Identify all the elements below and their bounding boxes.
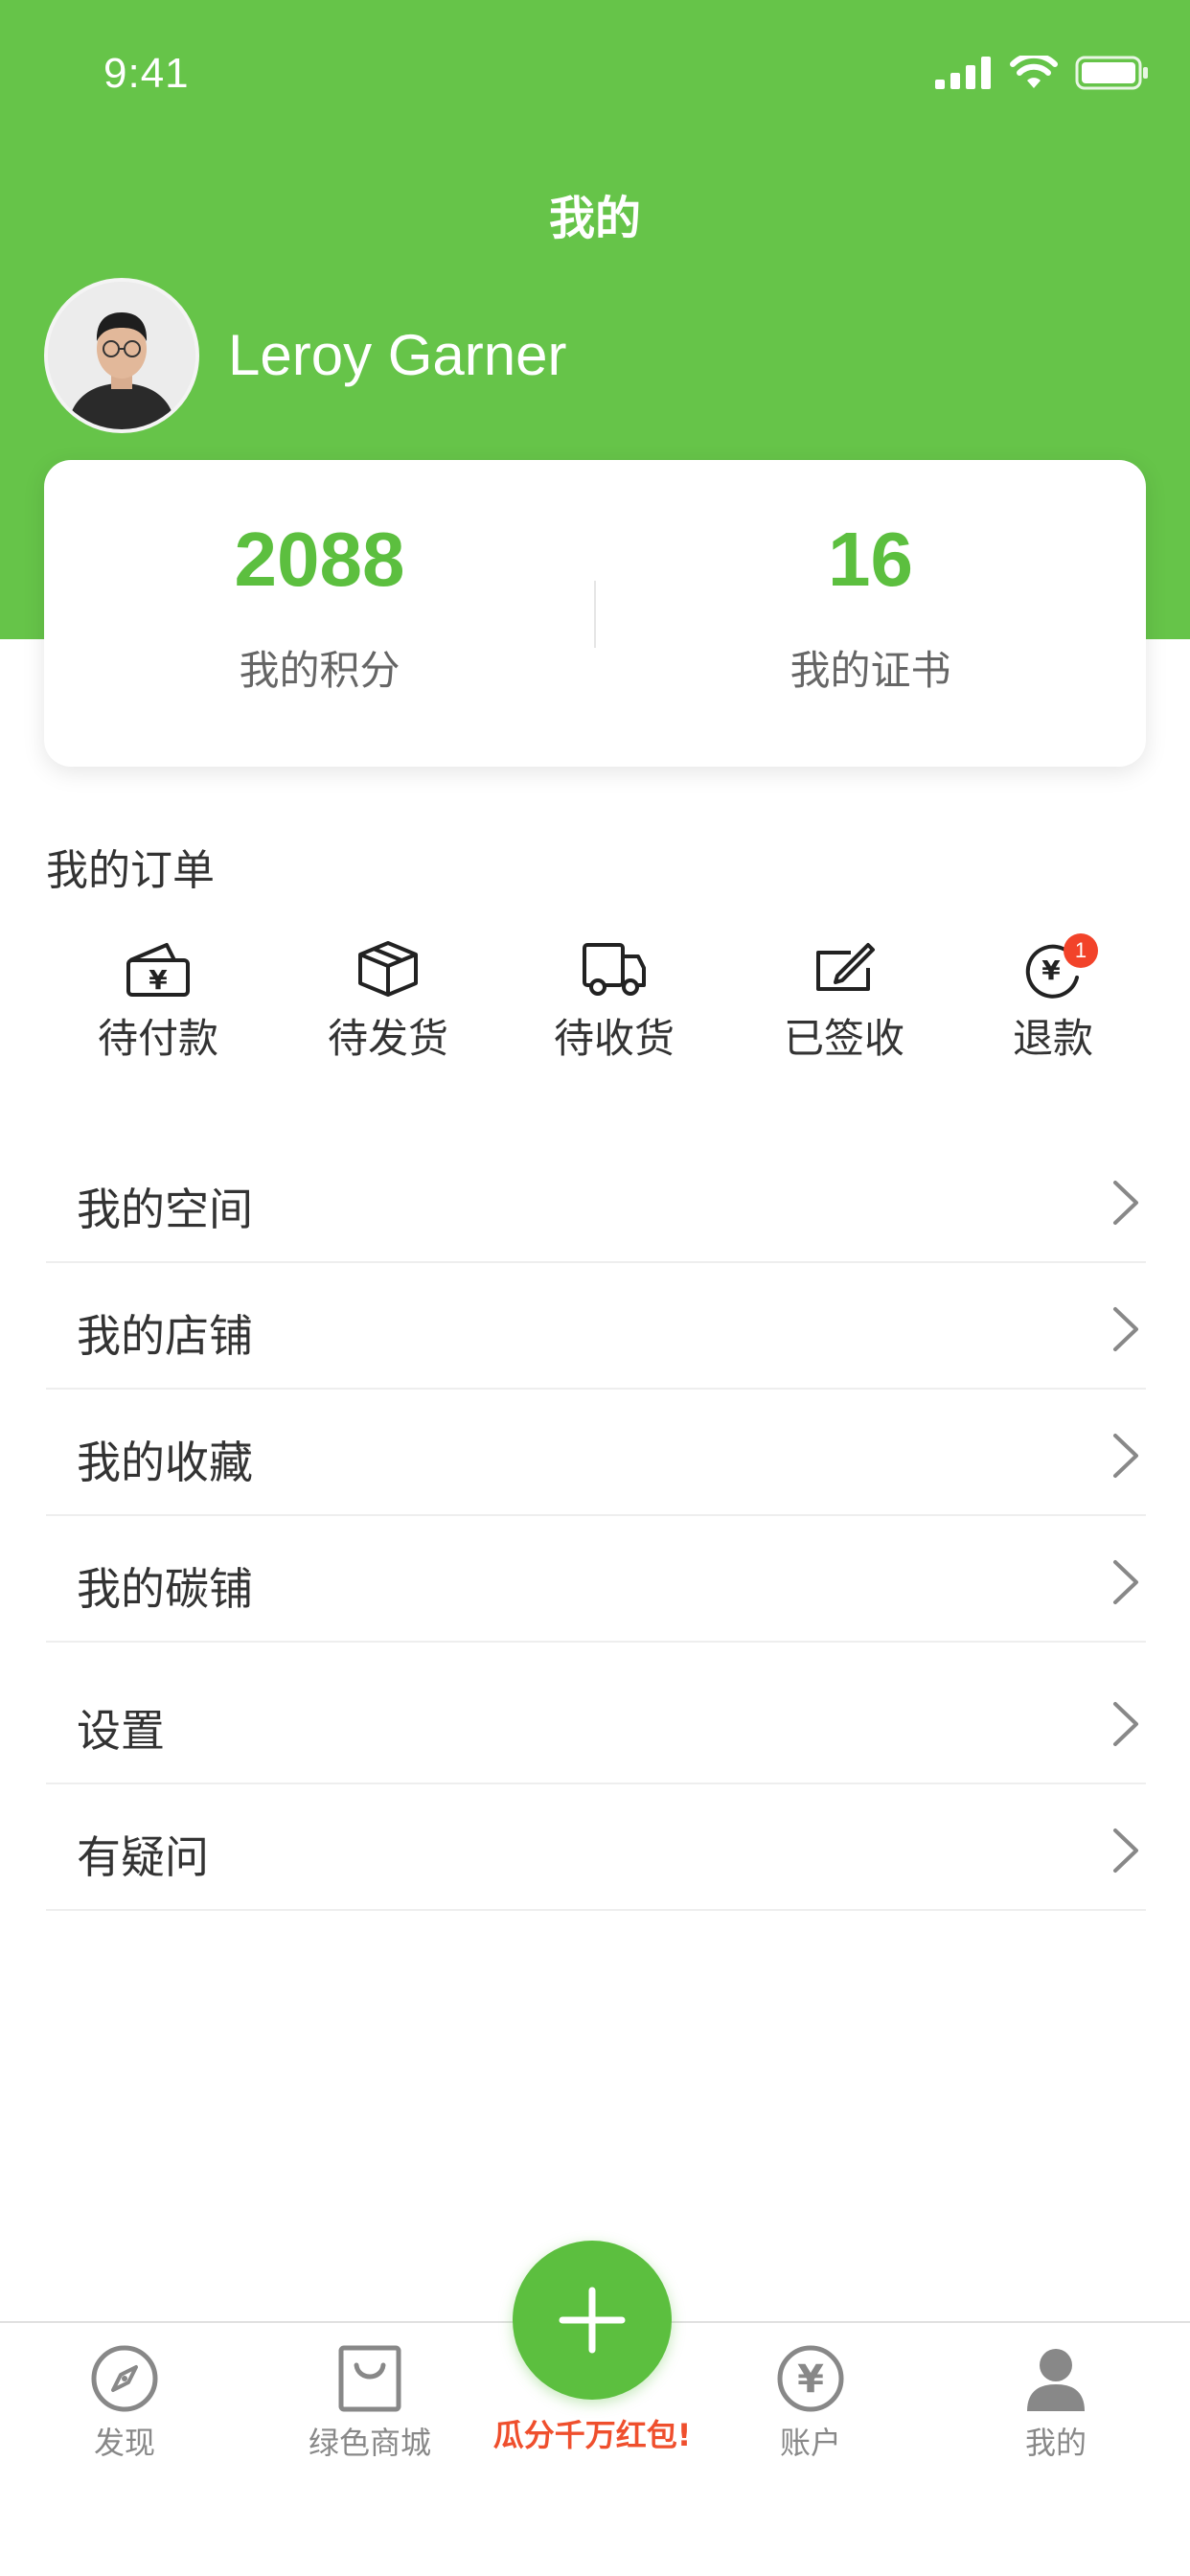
menu-item-settings[interactable]: 设置 — [46, 1658, 1146, 1784]
truck-icon — [583, 943, 646, 996]
order-label: 已签收 — [783, 1015, 904, 1062]
menu-item-label: 我的碳铺 — [77, 1563, 253, 1615]
wallet-yuan-icon: ¥ — [126, 943, 190, 997]
menu-item-label: 我的收藏 — [77, 1437, 253, 1488]
order-pending-receipt[interactable]: 待收货 — [523, 939, 705, 1073]
menu-item-my-space[interactable]: 我的空间 — [46, 1137, 1146, 1263]
menu-item-my-favorites[interactable]: 我的收藏 — [46, 1390, 1146, 1516]
tab-label: 发现 — [93, 2425, 155, 2461]
tab-discover[interactable]: 发现 — [10, 2344, 240, 2463]
user-name: Leroy Garner — [228, 323, 567, 387]
chevron-right-icon — [1113, 1828, 1138, 1873]
svg-text:¥: ¥ — [1041, 954, 1061, 986]
status-time: 9:41 — [103, 50, 190, 97]
chevron-right-icon — [1113, 1434, 1138, 1478]
signed-icon — [816, 943, 875, 991]
chevron-right-icon — [1113, 1307, 1138, 1351]
add-button[interactable] — [513, 2241, 672, 2400]
points-label: 我的积分 — [239, 647, 400, 694]
menu-item-my-shop[interactable]: 我的店铺 — [46, 1263, 1146, 1390]
avatar-portrait-icon — [48, 282, 195, 429]
wifi-icon — [1010, 56, 1058, 88]
cellular-signal-icon — [935, 57, 991, 89]
person-icon — [1027, 2349, 1085, 2411]
page-title: 我的 — [548, 192, 641, 245]
order-label: 待付款 — [97, 1015, 218, 1062]
certificates-stat[interactable]: 16 我的证书 — [595, 460, 1146, 767]
menu-item-label: 我的店铺 — [77, 1310, 253, 1362]
orders-section-title: 我的订单 — [46, 846, 215, 895]
menu-item-my-carbon-shop[interactable]: 我的碳铺 — [46, 1516, 1146, 1643]
certificates-label: 我的证书 — [790, 647, 951, 694]
avatar[interactable] — [44, 278, 199, 433]
order-refund[interactable]: ¥ 1 退款 — [962, 933, 1144, 1073]
chevron-right-icon — [1113, 1181, 1138, 1225]
chevron-right-icon — [1113, 1560, 1138, 1604]
order-label: 待发货 — [327, 1015, 448, 1062]
svg-text:¥: ¥ — [797, 2358, 824, 2402]
menu-item-label: 我的空间 — [77, 1184, 253, 1235]
refund-badge: 1 — [1064, 933, 1098, 968]
points-stat[interactable]: 2088 我的积分 — [44, 460, 595, 767]
svg-text:¥: ¥ — [149, 964, 168, 996]
certificates-value: 16 — [828, 517, 913, 602]
tab-label: 绿色商城 — [308, 2425, 431, 2461]
status-icons — [935, 52, 1150, 94]
order-pending-payment[interactable]: ¥ 待付款 — [67, 939, 249, 1073]
menu-item-label: 有疑问 — [77, 1831, 209, 1883]
compass-icon — [91, 2345, 158, 2412]
stats-card: 2088 我的积分 16 我的证书 — [44, 460, 1146, 767]
shopping-bag-icon — [338, 2345, 401, 2412]
package-icon — [358, 941, 418, 997]
tab-mine[interactable]: 我的 — [941, 2344, 1171, 2463]
yuan-circle-icon: ¥ — [777, 2345, 844, 2412]
menu-item-help[interactable]: 有疑问 — [46, 1784, 1146, 1911]
chevron-right-icon — [1113, 1702, 1138, 1746]
order-signed[interactable]: 已签收 — [753, 939, 935, 1073]
plus-icon — [559, 2287, 626, 2354]
tab-label: 我的 — [1024, 2425, 1087, 2461]
menu-item-label: 设置 — [77, 1705, 165, 1757]
red-packet-promo-label[interactable]: 瓜分千万红包! — [451, 2411, 733, 2455]
status-bar: 9:41 — [0, 0, 1190, 144]
order-label: 退款 — [1012, 1015, 1093, 1062]
order-label: 待收货 — [553, 1015, 675, 1062]
points-value: 2088 — [234, 517, 405, 602]
battery-icon — [1075, 56, 1148, 90]
tab-green-mall[interactable]: 绿色商城 — [255, 2344, 485, 2463]
orders-row: ¥ 待付款 待发货 待收货 已签收 ¥ 1 退款 — [46, 933, 1144, 1073]
order-pending-shipment[interactable]: 待发货 — [297, 939, 479, 1073]
